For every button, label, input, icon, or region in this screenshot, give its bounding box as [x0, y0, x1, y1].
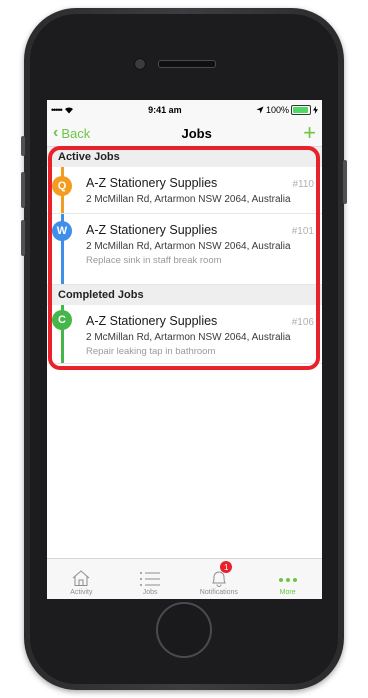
list-icon: [140, 572, 161, 586]
notification-count-badge: 1: [220, 561, 233, 573]
app-screen: ••••• 9:41 am 100% ‹ Back Jobs + Active …: [47, 100, 322, 599]
more-icon: [278, 578, 297, 582]
job-status-badge: W: [52, 221, 72, 241]
section-header-active: Active Jobs: [47, 147, 322, 167]
tab-jobs[interactable]: Jobs: [116, 559, 185, 599]
job-row[interactable]: W A-Z Stationery Supplies #101 2 McMilla…: [47, 214, 322, 285]
status-bar: ••••• 9:41 am 100%: [47, 100, 322, 120]
job-customer-name: A-Z Stationery Supplies: [86, 314, 218, 328]
tab-bar: Activity Jobs 1 Notifications More: [47, 558, 322, 599]
tab-more[interactable]: More: [253, 559, 322, 599]
battery-icon: [290, 105, 311, 115]
job-number: #101: [291, 226, 314, 237]
tab-label: Activity: [70, 589, 93, 596]
navigation-bar: ‹ Back Jobs +: [47, 120, 322, 147]
power-button: [343, 160, 347, 204]
job-number: #110: [292, 179, 314, 190]
battery-indicator: 100%: [256, 105, 318, 115]
add-job-button[interactable]: +: [303, 122, 316, 144]
home-icon: [73, 570, 90, 586]
tab-label: Notifications: [199, 589, 238, 596]
volume-down-2-button: [21, 220, 25, 256]
job-row[interactable]: C A-Z Stationery Supplies #106 2 McMilla…: [47, 305, 322, 364]
job-description: Repair leaking tap in bathroom: [86, 346, 216, 357]
volume-up-button: [21, 136, 25, 156]
tab-activity[interactable]: Activity: [47, 559, 116, 599]
battery-percent: 100%: [265, 105, 289, 115]
job-address: 2 McMillan Rd, Artarmon NSW 2064, Austra…: [86, 194, 291, 205]
chevron-left-icon: ‹: [53, 124, 59, 141]
job-customer-name: A-Z Stationery Supplies: [86, 223, 218, 237]
job-address: 2 McMillan Rd, Artarmon NSW 2064, Austra…: [86, 332, 291, 343]
job-status-badge: Q: [52, 176, 72, 196]
job-number: #106: [291, 317, 314, 328]
job-row[interactable]: Q A-Z Stationery Supplies #110 2 McMilla…: [47, 167, 322, 214]
back-label: Back: [61, 125, 91, 141]
tab-label: More: [279, 589, 296, 596]
section-header-completed: Completed Jobs: [47, 285, 322, 305]
signal-indicator: •••••: [51, 105, 74, 115]
status-time: 9:41 am: [148, 105, 182, 115]
front-camera: [134, 58, 146, 70]
home-button[interactable]: [156, 602, 212, 658]
job-address: 2 McMillan Rd, Artarmon NSW 2064, Austra…: [86, 241, 291, 252]
signal-dots: •••••: [51, 105, 63, 115]
page-title: Jobs: [181, 125, 212, 141]
volume-down-button: [21, 172, 25, 208]
job-description: Replace sink in staff break room: [86, 255, 222, 266]
earpiece-speaker: [158, 60, 216, 68]
tab-label: Jobs: [142, 589, 158, 596]
job-status-badge: C: [52, 310, 72, 330]
job-customer-name: A-Z Stationery Supplies: [86, 176, 218, 190]
tab-notifications[interactable]: 1 Notifications: [185, 559, 254, 599]
back-button[interactable]: ‹ Back: [53, 125, 90, 141]
wifi-icon: [64, 107, 73, 114]
location-arrow-icon: [256, 106, 264, 114]
charging-bolt-icon: [312, 106, 318, 114]
